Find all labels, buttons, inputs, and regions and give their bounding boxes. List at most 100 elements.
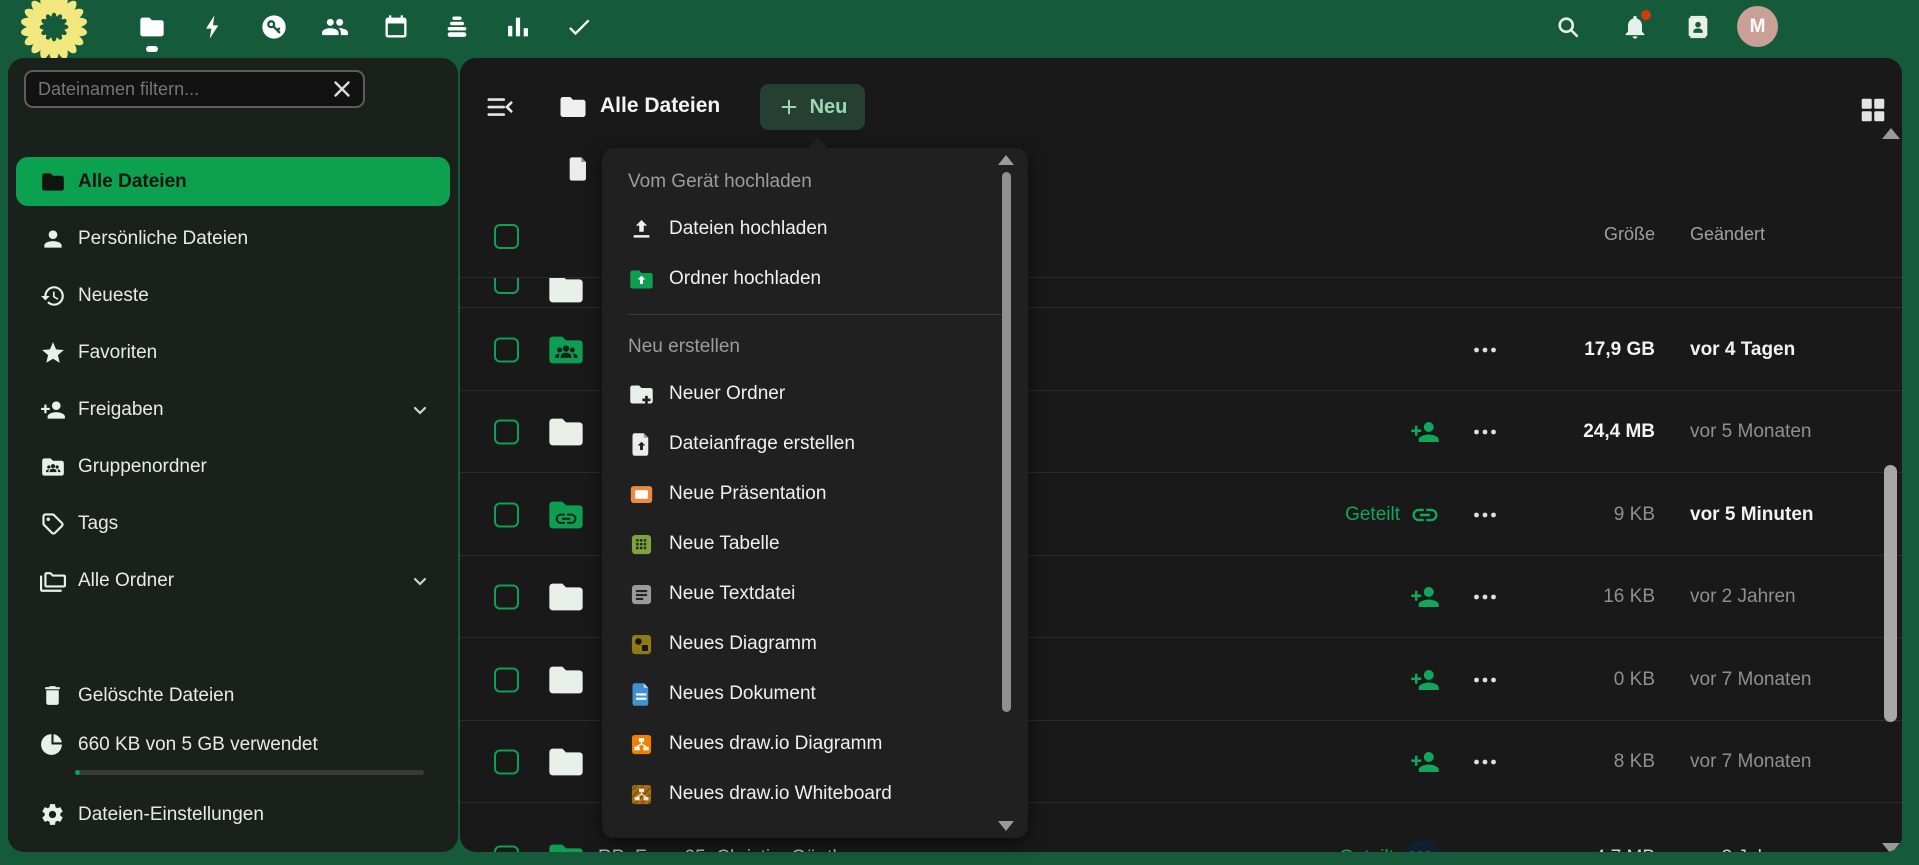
row-checkbox[interactable]: [494, 585, 519, 610]
app-calendar-icon[interactable]: [382, 13, 410, 41]
folder-upload-icon: [628, 266, 655, 293]
share-indicator[interactable]: [1410, 747, 1440, 777]
file-size: 0 KB: [1470, 669, 1655, 691]
sidebar-item-pers-nliche-dateien[interactable]: Persönliche Dateien: [8, 210, 458, 267]
history-icon: [40, 283, 66, 309]
row-checkbox[interactable]: [494, 667, 519, 692]
menu-item-folder-upload[interactable]: Ordner hochladen: [602, 254, 1028, 304]
folder-icon: [545, 277, 587, 308]
menu-caret: [807, 138, 829, 149]
quota-progress-bar: [75, 770, 424, 775]
app-tasks-icon[interactable]: [565, 13, 593, 41]
share-indicator[interactable]: [1410, 582, 1440, 612]
share-person-icon[interactable]: [1410, 417, 1440, 447]
menu-item-label: Ordner hochladen: [669, 268, 821, 290]
file-modified: vor 3 Jahren: [1690, 847, 1902, 852]
menu-item-drawio-whiteboard[interactable]: Neues draw.io Whiteboard: [602, 769, 1028, 819]
menu-item-label: Neue Tabelle: [669, 533, 780, 555]
folder-icon: [545, 412, 587, 452]
file-size: 24,4 MB: [1470, 421, 1655, 443]
trash-label: Gelöschte Dateien: [78, 685, 234, 707]
share-person-icon[interactable]: [1410, 582, 1440, 612]
row-checkbox[interactable]: [494, 277, 519, 294]
menu-item-document[interactable]: Neues Dokument: [602, 669, 1028, 719]
sidebar-item-alle-ordner[interactable]: Alle Ordner: [8, 552, 458, 609]
menu-scroll-up-icon[interactable]: [998, 155, 1014, 165]
app-analytics-icon[interactable]: [504, 13, 532, 41]
share-indicator[interactable]: [1410, 417, 1440, 447]
row-checkbox[interactable]: [494, 846, 519, 853]
share-link-icon[interactable]: [1410, 500, 1440, 530]
table-icon: [628, 531, 655, 558]
share-person-icon[interactable]: [1410, 665, 1440, 695]
drawio-whiteboard-icon: [628, 781, 655, 808]
sidebar-item-freigaben[interactable]: Freigaben: [8, 381, 458, 438]
row-checkbox[interactable]: [494, 420, 519, 445]
sidebar-item-label: Alle Dateien: [78, 171, 187, 193]
filename-filter-input[interactable]: [26, 79, 329, 100]
sidebar-item-label: Alle Ordner: [78, 570, 174, 592]
clear-filter-icon[interactable]: [329, 76, 355, 102]
sidebar-item-label: Gruppenordner: [78, 456, 207, 478]
chevron-down-icon[interactable]: [408, 569, 432, 593]
sidebar-item-label: Tags: [78, 513, 118, 535]
app-contacts-icon[interactable]: [321, 13, 349, 41]
app-passwords-icon[interactable]: [260, 13, 288, 41]
share-person-icon[interactable]: [1410, 747, 1440, 777]
menu-item-label: Dateianfrage erstellen: [669, 433, 855, 455]
row-checkbox[interactable]: [494, 502, 519, 527]
menu-item-label: Neue Textdatei: [669, 583, 795, 605]
menu-item-presentation[interactable]: Neue Präsentation: [602, 469, 1028, 519]
notifications-bell-icon[interactable]: [1621, 13, 1649, 41]
account-plus-icon: [40, 397, 66, 423]
file-size: 17,9 GB: [1470, 339, 1655, 361]
contacts-menu-icon[interactable]: [1684, 13, 1712, 41]
menu-item-drawio[interactable]: Neues draw.io Diagramm: [602, 719, 1028, 769]
share-indicator[interactable]: Geteilt: [1345, 500, 1440, 530]
sidebar-item-favoriten[interactable]: Favoriten: [8, 324, 458, 381]
row-checkbox[interactable]: [494, 750, 519, 775]
sidebar-item-neueste[interactable]: Neueste: [8, 267, 458, 324]
sidebar-item-tags[interactable]: Tags: [8, 495, 458, 552]
scrollbar-thumb[interactable]: [1884, 465, 1897, 722]
menu-scroll-down-icon[interactable]: [998, 821, 1014, 831]
app-activity-icon[interactable]: [199, 13, 227, 41]
menu-scrollbar-thumb[interactable]: [1002, 172, 1011, 712]
file-modified: vor 5 Monaten: [1690, 421, 1902, 443]
scroll-up-icon[interactable]: [1882, 128, 1900, 139]
file-modified: vor 2 Jahren: [1690, 586, 1902, 608]
menu-item-file-upload[interactable]: Dateianfrage erstellen: [602, 419, 1028, 469]
file-modified: vor 7 Monaten: [1690, 751, 1902, 773]
chevron-down-icon[interactable]: [408, 398, 432, 422]
sidebar-item-label: Freigaben: [78, 399, 164, 421]
folder-group-icon: [40, 454, 66, 480]
menu-item-table[interactable]: Neue Tabelle: [602, 519, 1028, 569]
file-size: 16 KB: [1470, 586, 1655, 608]
menu-item-upload[interactable]: Dateien hochladen: [602, 204, 1028, 254]
sidebar-item-gruppenordner[interactable]: Gruppenordner: [8, 438, 458, 495]
text-file-icon: [628, 581, 655, 608]
sidebar-item-label: Neueste: [78, 285, 149, 307]
file-modified: vor 5 Minuten: [1690, 504, 1902, 526]
user-avatar[interactable]: M: [1737, 6, 1778, 47]
search-icon[interactable]: [1554, 13, 1582, 41]
menu-item-folder-plus[interactable]: Neuer Ordner: [602, 369, 1028, 419]
menu-item-text-file[interactable]: Neue Textdatei: [602, 569, 1028, 619]
menu-item-diagram[interactable]: Neues Diagramm: [602, 619, 1028, 669]
active-app-indicator: [146, 46, 158, 52]
scroll-down-icon[interactable]: [1882, 843, 1900, 852]
sidebar-item-dateien-einstellungen[interactable]: Dateien-Einstellungen: [8, 786, 458, 843]
sidebar-item-alle-dateien[interactable]: Alle Dateien: [16, 157, 450, 206]
share-indicator[interactable]: GeteiltNC: [1339, 840, 1440, 852]
folder-shared-icon: [545, 838, 587, 852]
storage-quota: 660 KB von 5 GB verwendet: [8, 724, 458, 786]
row-checkbox[interactable]: [494, 337, 519, 362]
share-indicator[interactable]: [1410, 665, 1440, 695]
file-name[interactable]: RP_Frage05_ChristianGünther: [598, 847, 860, 852]
app-deck-icon[interactable]: [443, 13, 471, 41]
menu-item-label: Dateien hochladen: [669, 218, 827, 240]
sidebar-item-geloeschte-dateien[interactable]: Gelöschte Dateien: [8, 667, 458, 724]
sunflower-logo[interactable]: [20, 0, 88, 61]
app-files-icon[interactable]: [138, 13, 166, 41]
sharee-avatar[interactable]: NC: [1404, 840, 1440, 852]
